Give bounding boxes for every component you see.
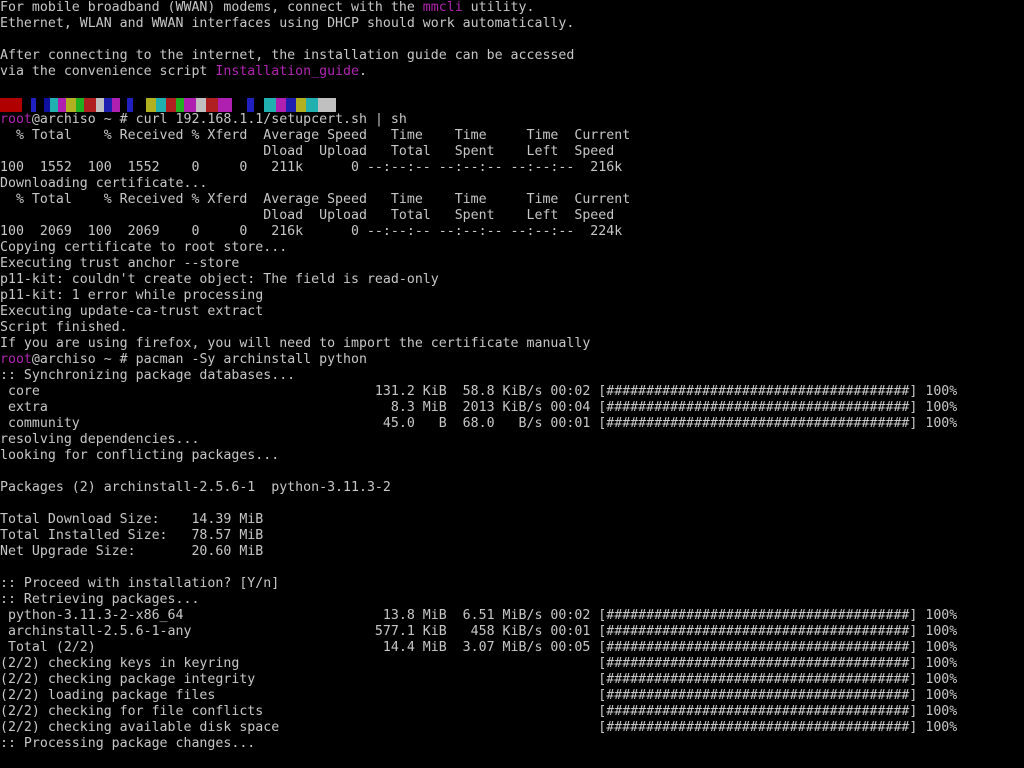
retrieve-row-archinstall: archinstall-2.5.6-1-any 577.1 KiB 458 Ki…: [0, 624, 958, 639]
curl-header-1: % Total % Received % Xferd Average Speed…: [0, 192, 631, 207]
check-disk-space: (2/2) checking available disk space [###…: [0, 720, 958, 735]
intro-line-1: For mobile broadband (WWAN) modems, conn…: [0, 0, 1024, 16]
command-text: curl 192.168.1.1/setupcert.sh | sh: [135, 112, 407, 127]
intro-text: utility.: [462, 0, 535, 15]
intro-text: For mobile broadband (WWAN) modems, conn…: [0, 0, 423, 15]
output-line: If you are using firefox, you will need …: [0, 336, 591, 351]
intro-line-2: Ethernet, WLAN and WWAN interfaces using…: [0, 16, 575, 31]
sync-row-extra: extra 8.3 MiB 2013 KiB/s 00:04 [########…: [0, 400, 958, 415]
proceed-prompt: :: Proceed with installation? [Y/n]: [0, 576, 280, 591]
color-noise-bar: [0, 97, 336, 112]
downloading-certificate: Downloading certificate...: [0, 176, 208, 191]
sync-row-core: core 131.2 KiB 58.8 KiB/s 00:02 [#######…: [0, 384, 958, 399]
output-line: Executing update-ca-trust extract: [0, 304, 264, 319]
prompt-user: root: [0, 352, 32, 367]
prompt-host: @archiso ~ #: [31, 112, 136, 127]
looking-for-conflicts: looking for conflicting packages...: [0, 448, 280, 463]
resolving-dependencies: resolving dependencies...: [0, 432, 200, 447]
check-loading-files: (2/2) loading package files [###########…: [0, 688, 958, 703]
output-line: Copying certificate to root store...: [0, 240, 288, 255]
retrieve-row-python: python-3.11.3-2-x86_64 13.8 MiB 6.51 MiB…: [0, 608, 958, 623]
curl-progress-row: 100 1552 100 1552 0 0 211k 0 --:--:-- --…: [0, 160, 623, 175]
packages-list: Packages (2) archinstall-2.5.6-1 python-…: [0, 480, 391, 495]
intro-line-4: via the convenience script Installation_…: [0, 64, 1024, 80]
curl-header-2: Dload Upload Total Spent Left Speed: [0, 208, 615, 223]
sync-header: :: Synchronizing package databases...: [0, 368, 296, 383]
prompt-user: root: [0, 112, 32, 127]
check-integrity: (2/2) checking package integrity [######…: [0, 672, 958, 687]
command-text: pacman -Sy archinstall python: [135, 352, 367, 367]
curl-header-1: % Total % Received % Xferd Average Speed…: [0, 128, 631, 143]
retrieving-packages: :: Retrieving packages...: [0, 592, 200, 607]
prompt-line-curl: root@archiso ~ # curl 192.168.1.1/setupc…: [0, 112, 1024, 128]
output-line: Executing trust anchor --store: [0, 256, 240, 271]
output-line: Script finished.: [0, 320, 128, 335]
check-file-conflicts: (2/2) checking for file conflicts [#####…: [0, 704, 958, 719]
curl-progress-row: 100 2069 100 2069 0 0 216k 0 --:--:-- --…: [0, 224, 623, 239]
check-keyring: (2/2) checking keys in keyring [########…: [0, 656, 958, 671]
total-download-size: Total Download Size: 14.39 MiB: [0, 512, 264, 527]
terminal-window[interactable]: For mobile broadband (WWAN) modems, conn…: [0, 0, 1024, 768]
installation-guide-highlight: Installation_guide: [215, 64, 359, 79]
prompt-host: @archiso ~ #: [31, 352, 136, 367]
total-installed-size: Total Installed Size: 78.57 MiB: [0, 528, 264, 543]
intro-text: via the convenience script: [0, 64, 216, 79]
sync-row-community: community 45.0 B 68.0 B/s 00:01 [#######…: [0, 416, 958, 431]
processing-changes: :: Processing package changes...: [0, 736, 256, 751]
garbled-output-line: [0, 96, 1024, 112]
intro-text: .: [358, 64, 367, 79]
mmcli-highlight: mmcli: [422, 0, 463, 15]
output-line: p11-kit: 1 error while processing: [0, 288, 264, 303]
net-upgrade-size: Net Upgrade Size: 20.60 MiB: [0, 544, 264, 559]
intro-line-3: After connecting to the internet, the in…: [0, 48, 575, 63]
retrieve-row-total: Total (2/2) 14.4 MiB 3.07 MiB/s 00:05 [#…: [0, 640, 958, 655]
curl-header-2: Dload Upload Total Spent Left Speed: [0, 144, 615, 159]
output-line: p11-kit: couldn't create object: The fie…: [0, 272, 439, 287]
prompt-line-pacman: root@archiso ~ # pacman -Sy archinstall …: [0, 352, 1024, 368]
